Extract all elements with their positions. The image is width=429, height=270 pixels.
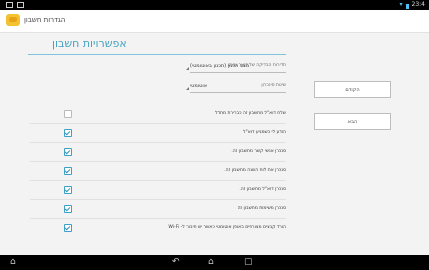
heading-divider [28,54,286,55]
page-title: הגדרות חשבון [24,16,66,24]
dropdown-caret-icon [186,87,189,90]
checkbox[interactable] [64,129,72,137]
status-bar: ▾ 23:4 [0,0,429,10]
account-options-panel: אפשרויות חשבון מצב תכנון (תכנון באוטומטי… [0,33,429,255]
wifi-icon: ▾ [399,1,403,8]
back-icon[interactable]: ↶ [172,258,180,267]
email-app-icon[interactable] [6,14,20,26]
option-default-account[interactable]: שלח דוא"ל מחשבון זה כברירת מחדל [30,105,286,124]
option-sync-calendar[interactable]: סנכרן את לוח השנה מחשבון זה. [30,162,286,181]
next-button[interactable]: הבא [314,113,391,130]
option-notify-email[interactable]: הודע לי כשמגיע דוא"ל [30,124,286,143]
checkbox[interactable] [64,148,72,156]
checkbox[interactable] [64,186,72,194]
check-frequency-label: תדירות הבדיקה של דואר נכנס [228,63,286,68]
action-bar: הגדרות חשבון [0,10,429,33]
checkbox[interactable] [64,167,72,175]
sync-method-value[interactable]: אוטומטי [190,83,207,89]
section-heading: אפשרויות חשבון [52,37,127,50]
previous-button[interactable]: הקודם [314,81,391,98]
notification-icon [6,2,13,8]
option-sync-email[interactable]: סנכרן דוא"ל מחשבון זה. [30,181,286,200]
keyboard-hide-icon[interactable]: ⌂ [10,258,16,267]
sync-method-field[interactable]: אוטומטי שיטת סינכרון [30,83,286,95]
home-icon[interactable]: ⌂ [208,258,214,267]
option-auto-download-attachments[interactable]: הורד קבצים מצורפים באופן אוטומטי כאשר יש… [30,219,286,237]
dropdown-caret-icon [186,67,189,70]
battery-icon [405,3,409,9]
navigation-bar: ⌂ ↶ ⌂ ▢ [0,255,429,270]
option-sync-contacts[interactable]: סנכרן אנשי קשר מחשבון זה. [30,143,286,162]
checkbox[interactable] [64,224,72,232]
screenshot-icon [17,2,24,8]
checkbox[interactable] [64,110,72,118]
option-sync-tasks[interactable]: סנכרן משימות מחשבון זה [30,200,286,219]
recent-apps-icon[interactable]: ▢ [244,258,253,267]
sync-method-label: שיטת סינכרון [261,83,286,88]
check-frequency-field[interactable]: מצב תכנון (תכנון באוטומטי) תדירות הבדיקה… [30,63,286,75]
checkbox[interactable] [64,205,72,213]
clock: 23:4 [411,1,425,8]
